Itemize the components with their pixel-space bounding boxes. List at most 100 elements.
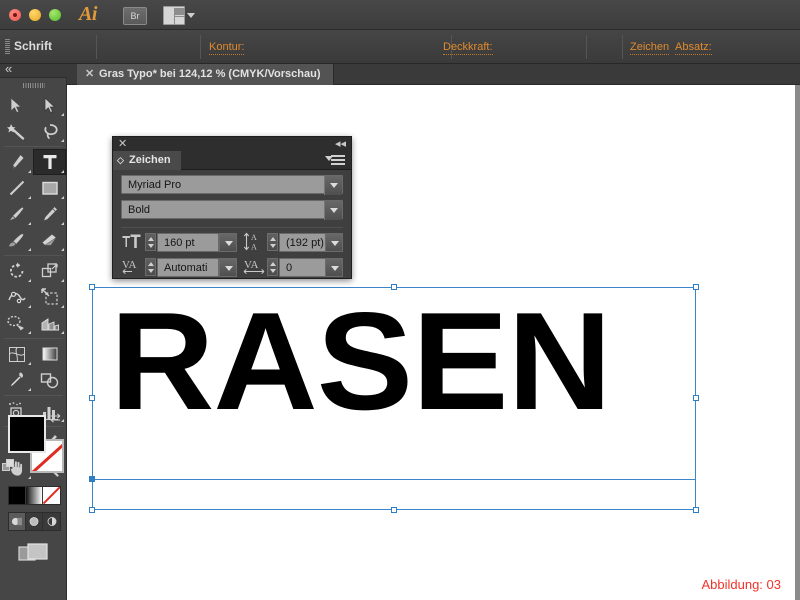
tool-row [0,310,67,336]
figure-caption: Abbildung: 03 [701,577,781,592]
magic-wand-tool[interactable] [0,118,33,144]
tools-panel-grip[interactable] [23,83,45,88]
chevron-down-icon [187,13,195,18]
gradient-fill-button[interactable] [26,487,43,504]
selection-handle-top-left[interactable] [89,284,95,290]
bridge-button[interactable]: Br [123,7,147,25]
font-family-select[interactable]: Myriad Pro [121,175,343,194]
collapse-panel-icon[interactable]: ◂◂ [335,137,346,151]
tool-row [0,149,67,175]
control-bar-grip[interactable] [5,39,10,55]
text-anchor-point[interactable] [89,476,95,482]
drawing-mode-group [8,512,61,531]
eyedropper-tool[interactable] [0,367,33,393]
selection-tool[interactable] [0,92,33,118]
arrange-documents-icon [163,6,185,25]
tool-flyout-indicator [28,196,31,199]
direct-selection-tool[interactable] [33,92,66,118]
default-fill-stroke-icon[interactable] [2,459,15,472]
pencil-tool[interactable] [33,201,66,227]
draw-inside-button[interactable] [43,513,60,530]
tool-flyout-indicator [61,113,64,116]
tool-flyout-indicator [61,331,64,334]
font-size-stepper[interactable] [145,233,156,251]
close-window-button[interactable] [9,9,21,21]
rectangle-tool[interactable] [33,175,66,201]
minimize-window-button[interactable] [29,9,41,21]
kerning-stepper[interactable] [145,258,156,276]
text-baseline-indicator [92,479,696,480]
gradient-tool[interactable] [33,341,66,367]
perspective-grid-tool[interactable] [33,310,66,336]
tool-flyout-indicator [28,222,31,225]
font-size-dropdown-icon[interactable] [219,233,237,252]
mesh-tool[interactable] [0,341,33,367]
draw-behind-button[interactable] [26,513,43,530]
screen-mode-button[interactable] [18,542,50,566]
blob-brush-tool[interactable] [0,227,33,253]
opacity-label: Deckkraft: [443,41,493,55]
character-panel-link[interactable]: Zeichen [630,41,669,55]
control-bar: Schrift Kontur: Deckkraft: 100% Zeichen … [0,30,800,64]
shape-builder-tool[interactable] [0,310,33,336]
tracking-dropdown-icon[interactable] [325,258,343,277]
font-size-field[interactable]: 160 pt [157,233,219,252]
tools-divider [4,255,63,256]
tool-flyout-indicator [28,248,31,251]
control-bar-mode-label: Schrift [14,39,52,53]
tool-row [0,92,67,118]
kerning-dropdown-icon[interactable] [219,258,237,277]
selection-handle-middle-right[interactable] [693,395,699,401]
character-panel-titlebar[interactable]: ✕ ◂◂ [113,137,351,151]
tracking-stepper[interactable] [267,258,278,276]
type-tool[interactable] [33,149,66,175]
eraser-tool[interactable] [33,227,66,253]
paragraph-panel-link[interactable]: Absatz: [675,41,712,55]
tool-flyout-indicator [28,305,31,308]
none-fill-button[interactable] [43,487,60,504]
color-fill-button[interactable] [9,487,26,504]
tool-flyout-indicator [61,170,64,173]
scale-tool[interactable] [33,258,66,284]
blend-tool[interactable] [33,367,66,393]
arrange-documents-button[interactable] [163,6,189,25]
vertical-scrollbar[interactable] [795,85,800,600]
close-icon[interactable]: ✕ [85,68,94,80]
tab-zeichen[interactable]: Zeichen [113,151,181,170]
window-controls [9,9,61,21]
selection-handle-top-center[interactable] [391,284,397,290]
selection-handle-bottom-center[interactable] [391,507,397,513]
selection-handle-bottom-left[interactable] [89,507,95,513]
tool-flyout-indicator [61,222,64,225]
illustrator-window: Ai Br Schrift Kontur: Deckkraft: 100% Ze… [0,0,800,600]
swap-fill-stroke-icon[interactable] [50,415,63,427]
tool-row [0,175,67,201]
rotate-tool[interactable] [0,258,33,284]
tool-flyout-indicator [28,170,31,173]
chevron-down-icon[interactable] [324,201,342,220]
tools-collapse-button[interactable] [0,64,67,78]
toolbox-fill-swatch[interactable] [8,415,46,453]
draw-normal-button[interactable] [9,513,26,530]
leading-dropdown-icon[interactable] [325,233,343,252]
width-tool[interactable] [0,284,33,310]
panel-menu-icon[interactable] [331,155,345,166]
leading-stepper[interactable] [267,233,278,251]
pen-tool[interactable] [0,149,33,175]
paintbrush-tool[interactable] [0,201,33,227]
line-segment-tool[interactable] [0,175,33,201]
document-tab[interactable]: ✕ Gras Typo* bei 124,12 % (CMYK/Vorschau… [77,64,334,85]
selection-handle-middle-left[interactable] [89,395,95,401]
free-transform-tool[interactable] [33,284,66,310]
zoom-window-button[interactable] [49,9,61,21]
illustrator-logo-icon: Ai [79,3,97,26]
tool-flyout-indicator [28,331,31,334]
kerning-field[interactable]: Automati [157,258,219,277]
lasso-tool[interactable] [33,118,66,144]
svg-text:A: A [251,243,257,252]
selection-handle-bottom-right[interactable] [693,507,699,513]
selection-handle-top-right[interactable] [693,284,699,290]
chevron-down-icon[interactable] [324,176,342,195]
font-style-select[interactable]: Bold [121,200,343,219]
close-icon[interactable]: ✕ [118,137,127,151]
